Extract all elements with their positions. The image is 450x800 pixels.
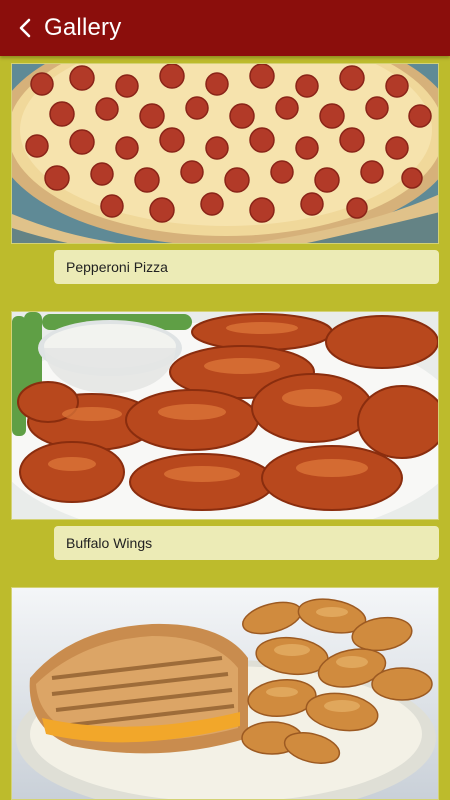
page-title: Gallery	[44, 14, 122, 41]
gallery-caption-text: Buffalo Wings	[66, 535, 153, 551]
gallery-photo-pepperoni-pizza[interactable]	[11, 63, 439, 244]
gallery-caption[interactable]: Buffalo Wings	[54, 526, 439, 560]
app-bar: Gallery	[0, 0, 450, 56]
grilled-sandwich-and-chips-image	[12, 588, 438, 799]
gallery-caption-text: Pepperoni Pizza	[66, 259, 168, 275]
back-button[interactable]	[6, 0, 44, 56]
pepperoni-pizza-image	[12, 64, 438, 243]
buffalo-wings-image	[12, 312, 438, 519]
gallery-item: Buffalo Wings	[11, 311, 439, 561]
gallery-photo-grilled-sandwich[interactable]	[11, 587, 439, 800]
chevron-left-icon	[19, 18, 31, 38]
gallery-item	[11, 587, 439, 800]
gallery-caption[interactable]: Pepperoni Pizza	[54, 250, 439, 284]
gallery-item: Pepperoni Pizza	[11, 63, 439, 285]
gallery-photo-buffalo-wings[interactable]	[11, 311, 439, 520]
